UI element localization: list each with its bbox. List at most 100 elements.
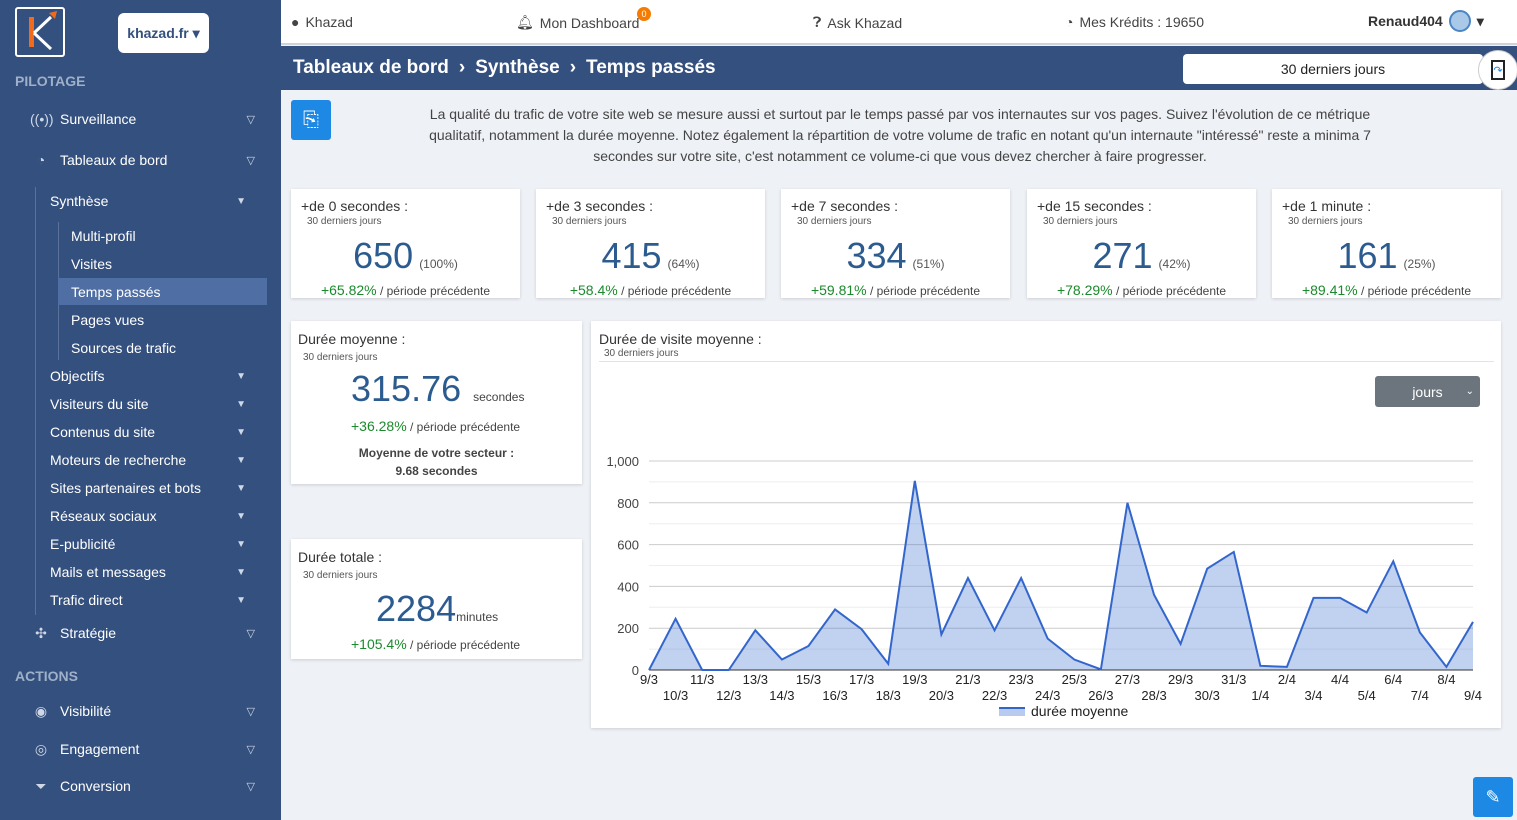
label: Engagement (60, 741, 140, 757)
sector-value: 9.68 secondes (395, 464, 478, 478)
total-evolution-label: / période précédente (410, 638, 521, 652)
x-tick-label: 2/4 (1278, 672, 1296, 687)
legend-swatch (999, 708, 1025, 716)
kpi-value: 415 (601, 235, 662, 276)
sidebar-item-synthese[interactable]: Synthèse ▼ (50, 189, 250, 213)
sector-label: Moyenne de votre secteur : (358, 446, 515, 460)
kpi-percent: (25%) (1403, 257, 1436, 271)
sidebar-item-reseaux-sociaux[interactable]: Réseaux sociaux ▼ (50, 504, 250, 528)
kpi-title: +de 0 secondes : (301, 198, 409, 214)
period-selector[interactable]: 30 derniers jours (1183, 54, 1483, 84)
sidebar-item-visites[interactable]: Visites (71, 252, 112, 276)
x-tick-label: 5/4 (1358, 688, 1376, 703)
x-tick-label: 6/4 (1384, 672, 1402, 687)
kpi-evolution: +89.41% (1301, 282, 1358, 298)
site-name: khazad.fr (127, 25, 189, 41)
sidebar-item-visiteurs[interactable]: Visiteurs du site ▼ (50, 392, 250, 416)
kpi-percent: (51%) (912, 257, 945, 271)
x-tick-label: 10/3 (663, 688, 688, 703)
breadcrumb-item[interactable]: Tableaux de bord (293, 57, 449, 79)
caret-down-icon: ▼ (236, 195, 246, 207)
sidebar-item-e-publicite[interactable]: E-publicité ▼ (50, 532, 250, 556)
y-tick-label: 200 (617, 621, 639, 636)
x-tick-label: 14/3 (769, 688, 794, 703)
sidebar-item-visibilite[interactable]: ◉ Visibilité ▽ (30, 699, 255, 723)
sidebar-item-surveillance[interactable]: ((•)) Surveillance ▽ (30, 107, 255, 131)
x-tick-label: 4/4 (1331, 672, 1349, 687)
sidebar-item-conversion[interactable]: ⏷ Conversion ▽ (30, 774, 255, 798)
label: Ask Khazad (827, 14, 903, 31)
sidebar-item-trafic-direct[interactable]: Trafic direct ▼ (50, 588, 250, 612)
kpi-card: +de 7 secondes : 30 derniers jours 334 (51%… (781, 189, 1010, 298)
x-tick-label: 9/4 (1464, 688, 1482, 703)
x-tick-label: 30/3 (1195, 688, 1220, 703)
nav-credits[interactable]: ◔ Mes Krédits : 19650 (1065, 14, 1204, 30)
sidebar-item-objectifs[interactable]: Objectifs ▼ (50, 364, 250, 388)
kpi-percent: (64%) (667, 257, 700, 271)
label: Visiteurs du site (50, 396, 149, 412)
edit-button[interactable]: ✎ (1473, 777, 1513, 817)
dashboard-gauge-icon: ◔ (36, 152, 46, 168)
label: Trafic direct (50, 592, 123, 608)
x-tick-label: 25/3 (1062, 672, 1087, 687)
caret-down-icon: ▼ (236, 370, 246, 382)
top-bar: ● Khazad 🔔︎ Mon Dashboard 0 ❓︎ Ask Khazad ◔ M… (281, 0, 1517, 45)
sidebar-item-sources-de-trafic[interactable]: Sources de trafic (71, 336, 176, 360)
avg-evolution: +36.28% (351, 418, 407, 434)
sidebar-item-engagement[interactable]: ◎ Engagement ▽ (30, 737, 255, 761)
caret-down-icon: ▼ (236, 538, 246, 550)
site-selector[interactable]: khazad.fr ▾ (118, 13, 209, 53)
chevron-down-icon: ▽ (246, 780, 255, 793)
chevron-down-icon: ▽ (246, 627, 255, 640)
card-subtitle: 30 derniers jours (303, 352, 378, 363)
tree-line (35, 187, 36, 615)
sidebar-item-contenus[interactable]: Contenus du site ▼ (50, 420, 250, 444)
x-tick-label: 21/3 (955, 672, 980, 687)
eye-icon: ◉ (34, 702, 48, 719)
kpi-evolution-label: / période précédente (1115, 284, 1227, 298)
sidebar-item-strategie[interactable]: ✣ Stratégie ▽ (30, 621, 255, 645)
kpi-evolution: +65.82% (320, 282, 377, 298)
caret-down-icon: ▼ (236, 594, 246, 606)
user-menu[interactable]: Renaud404 ▾ (1368, 10, 1484, 32)
nav-dashboard[interactable]: 🔔︎ Mon Dashboard 0 (516, 7, 651, 31)
kpi-title: +de 3 secondes : (546, 198, 654, 214)
x-tick-label: 27/3 (1115, 672, 1140, 687)
label: Objectifs (50, 368, 105, 384)
sidebar-item-mails[interactable]: Mails et messages ▼ (50, 560, 250, 584)
avg-evolution-label: / période précédente (410, 420, 521, 434)
pdf-export-button[interactable]: ⎘ (291, 100, 331, 140)
nav-khazad[interactable]: ● Khazad (291, 14, 353, 30)
legend-label: durée moyenne (1031, 703, 1129, 719)
chevron-down-icon: ▽ (246, 154, 255, 167)
x-tick-label: 18/3 (876, 688, 901, 703)
khazad-logo[interactable] (15, 7, 65, 57)
pencil-icon: ✎ (1485, 786, 1501, 807)
refresh-button[interactable]: ↷ (1478, 50, 1517, 90)
x-tick-label: 20/3 (929, 688, 954, 703)
sidebar-item-multi-profil[interactable]: Multi-profil (71, 224, 136, 248)
sidebar-item-moteurs[interactable]: Moteurs de recherche ▼ (50, 448, 250, 472)
kpi-evolution-label: / période précédente (621, 284, 732, 298)
y-tick-label: 400 (617, 579, 639, 594)
x-tick-label: 19/3 (902, 672, 927, 687)
average-duration-card: Durée moyenne : 30 derniers jours 315.76… (291, 321, 582, 484)
sidebar-item-pages-vues[interactable]: Pages vues (71, 308, 144, 332)
nav-ask-khazad[interactable]: ❓︎ Ask Khazad (813, 14, 902, 31)
caret-down-icon: ▼ (236, 566, 246, 578)
x-tick-label: 28/3 (1141, 688, 1166, 703)
breadcrumb-item[interactable]: Synthèse (475, 57, 559, 79)
x-tick-label: 16/3 (822, 688, 847, 703)
sidebar-item-temps-passes[interactable]: Temps passés (71, 280, 160, 304)
kpi-evolution-label: / période précédente (869, 284, 981, 298)
kpi-value: 334 (846, 235, 907, 276)
refresh-icon: ↷ (1491, 60, 1505, 80)
label: Contenus du site (50, 424, 156, 440)
label: Réseaux sociaux (50, 508, 157, 524)
header-band: Tableaux de bord › Synthèse › Temps passés… (281, 46, 1517, 90)
sidebar-item-tableaux-de-bord[interactable]: ◔ Tableaux de bord ▽ (30, 148, 255, 172)
sidebar-item-sites-partenaires[interactable]: Sites partenaires et bots ▼ (50, 476, 250, 500)
kpi-card: +de 0 secondes : 30 derniers jours 650 (100… (291, 189, 520, 298)
kpi-subtitle: 30 derniers jours (1288, 216, 1363, 227)
kpi-card: +de 15 secondes : 30 derniers jours 271 (42… (1027, 189, 1256, 298)
